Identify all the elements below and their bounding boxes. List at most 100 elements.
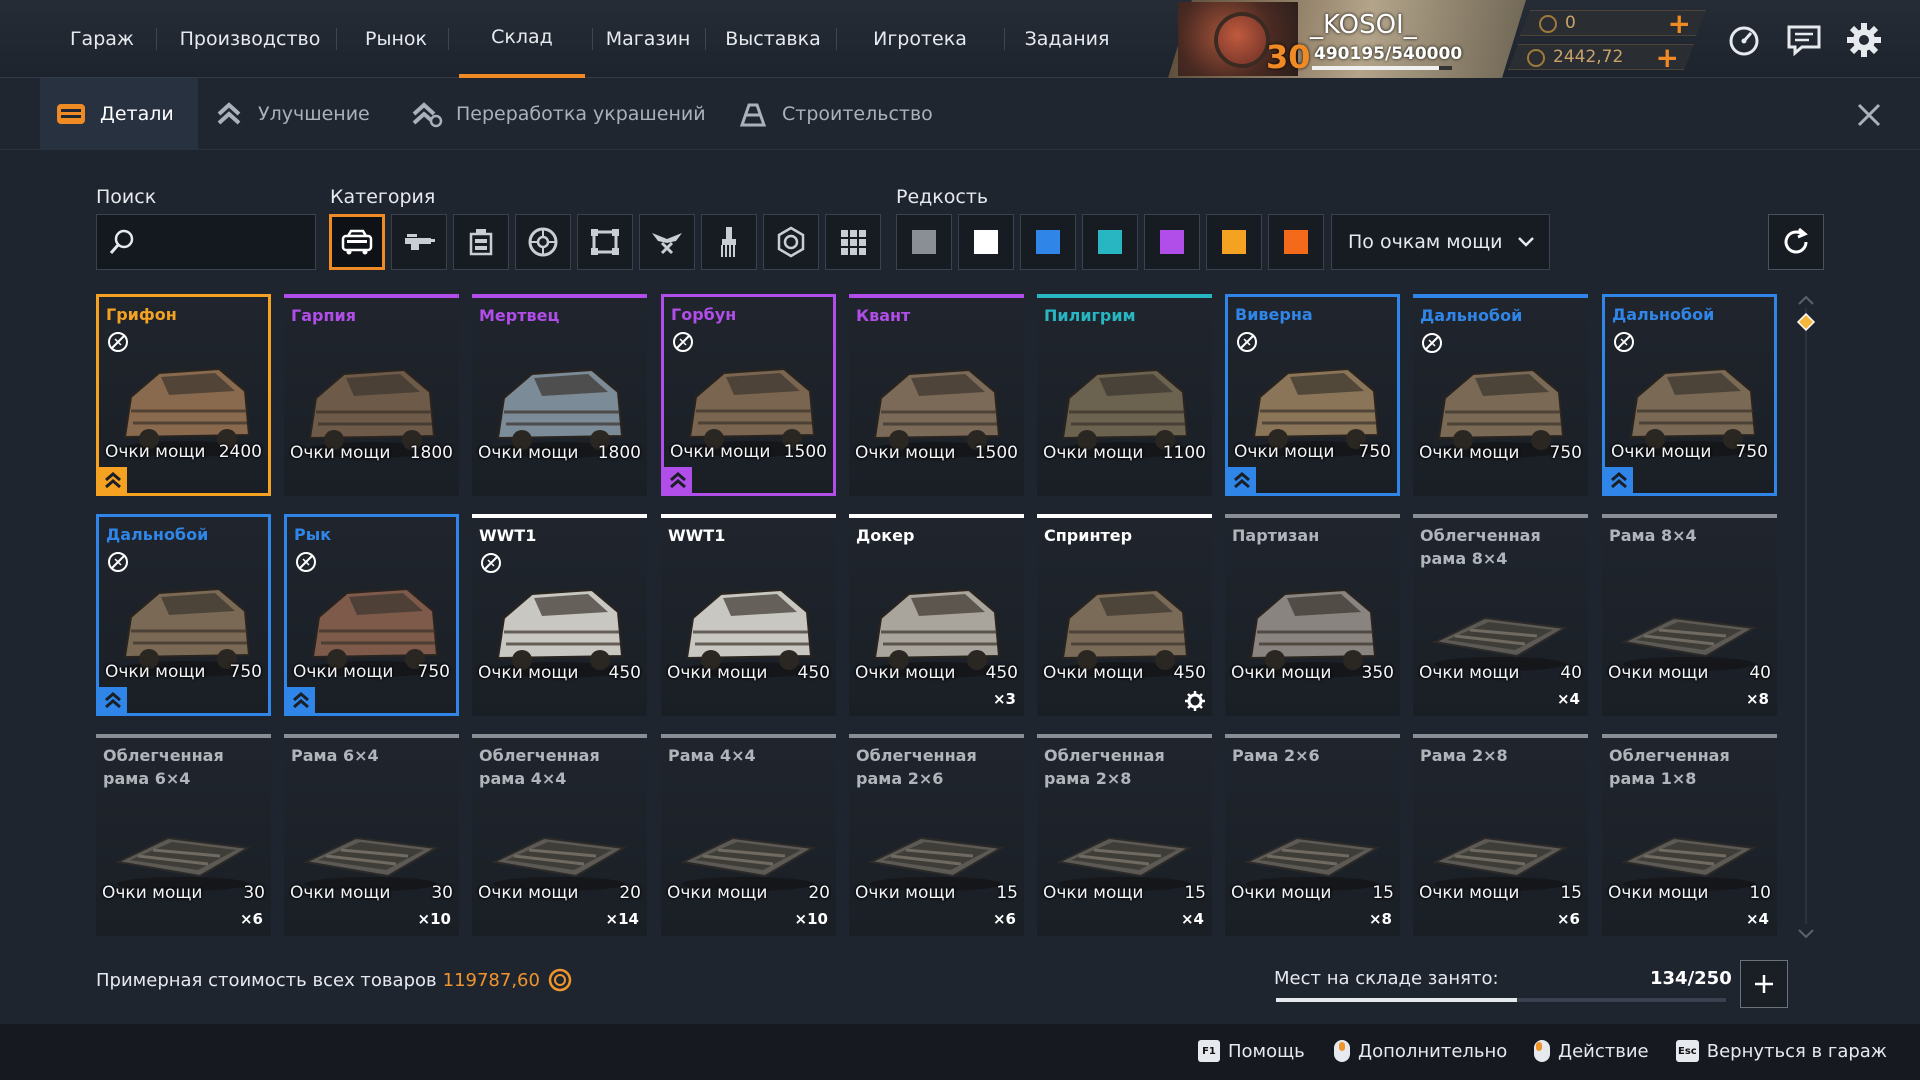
part-card[interactable]: Грифон Очки мощи 2400 bbox=[96, 294, 271, 496]
sort-value: По очкам мощи bbox=[1348, 231, 1503, 253]
nav-storage[interactable]: Склад bbox=[459, 0, 585, 78]
expand-storage-button[interactable] bbox=[1740, 960, 1788, 1008]
gear-icon[interactable] bbox=[1844, 20, 1884, 60]
part-card[interactable]: Облегченная рама 1×8 Очки мощи 10 ×4 bbox=[1602, 734, 1777, 936]
nav-garage[interactable]: Гараж bbox=[50, 0, 154, 78]
power-label: Очки мощи bbox=[1611, 442, 1712, 462]
power-label: Очки мощи bbox=[290, 883, 391, 903]
rarity-filter-3[interactable] bbox=[1082, 214, 1138, 270]
nav-playroom[interactable]: Игротека bbox=[862, 0, 978, 78]
rarity-swatch bbox=[1284, 230, 1308, 254]
power-value: 20 bbox=[619, 883, 641, 903]
category-wheels[interactable] bbox=[515, 214, 571, 270]
chat-icon[interactable] bbox=[1784, 20, 1824, 60]
part-card[interactable]: Облегченная рама 6×4 Очки мощи 30 ×6 bbox=[96, 734, 271, 936]
hint-more[interactable]: Дополнительно bbox=[1334, 1040, 1507, 1062]
nav-market[interactable]: Рынок bbox=[346, 0, 446, 78]
rarity-filter-0[interactable] bbox=[896, 214, 952, 270]
rarity-filter-1[interactable] bbox=[958, 214, 1014, 270]
power-score: Очки мощи 40 bbox=[1608, 663, 1771, 683]
part-name: Рама 6×4 bbox=[291, 746, 379, 765]
part-card[interactable]: Облегченная рама 2×8 Очки мощи 15 ×4 bbox=[1037, 734, 1212, 936]
decor-icon bbox=[652, 233, 682, 255]
part-card[interactable]: Рама 2×8 Очки мощи 15 ×6 bbox=[1413, 734, 1588, 936]
tab-build[interactable]: Строительство bbox=[736, 78, 933, 150]
category-cabins[interactable] bbox=[329, 214, 385, 270]
tab-upgrade[interactable]: Улучшение bbox=[212, 78, 370, 150]
power-value: 15 bbox=[1560, 883, 1582, 903]
part-card[interactable]: Рык Очки мощи 750 bbox=[284, 514, 459, 716]
category-engines[interactable] bbox=[763, 214, 819, 270]
rarity-filter-5[interactable] bbox=[1206, 214, 1262, 270]
rarity-filter-6[interactable] bbox=[1268, 214, 1324, 270]
power-value: 450 bbox=[985, 663, 1018, 683]
add-crowns-button[interactable]: + bbox=[1668, 7, 1691, 40]
search-label: Поиск bbox=[96, 186, 157, 208]
rarity-swatch bbox=[1222, 230, 1246, 254]
tab-parts[interactable]: Детали bbox=[40, 78, 198, 150]
part-card[interactable]: Рама 8×4 Очки мощи 40 ×8 bbox=[1602, 514, 1777, 716]
part-card[interactable]: Спринтер Очки мощи 450 bbox=[1037, 514, 1212, 716]
part-card[interactable]: WWT1 Очки мощи 450 bbox=[661, 514, 836, 716]
nav-exhibition[interactable]: Выставка bbox=[716, 0, 830, 78]
frame-icon bbox=[591, 229, 619, 255]
category-modules[interactable] bbox=[453, 214, 509, 270]
power-score: Очки мощи 750 bbox=[1611, 442, 1768, 462]
category-decor[interactable] bbox=[639, 214, 695, 270]
scrollbar[interactable] bbox=[1796, 294, 1816, 940]
coin-icon bbox=[1527, 49, 1545, 67]
speedometer-icon[interactable] bbox=[1724, 20, 1764, 60]
hint-back[interactable]: Esc Вернуться в гараж bbox=[1676, 1040, 1887, 1062]
add-coins-button[interactable]: + bbox=[1656, 41, 1679, 74]
search-input[interactable] bbox=[96, 214, 316, 270]
category-all[interactable] bbox=[825, 214, 881, 270]
grid-icon bbox=[841, 230, 866, 255]
part-card[interactable]: Горбун Очки мощи 1500 bbox=[661, 294, 836, 496]
part-card[interactable]: Дальнобой Очки мощи 750 bbox=[1602, 294, 1777, 496]
nav-shop[interactable]: Магазин bbox=[600, 0, 696, 78]
power-label: Очки мощи bbox=[1043, 443, 1144, 463]
part-card[interactable]: Докер Очки мощи 450 ×3 bbox=[849, 514, 1024, 716]
quantity-badge: ×4 bbox=[1745, 910, 1769, 928]
sort-dropdown[interactable]: По очкам мощи bbox=[1331, 214, 1550, 270]
category-paint[interactable] bbox=[701, 214, 757, 270]
refresh-icon bbox=[1784, 227, 1808, 254]
power-score: Очки мощи 750 bbox=[293, 662, 450, 682]
tab-recycle-decor[interactable]: Переработка украшений bbox=[410, 78, 706, 150]
hint-help[interactable]: F1 Помощь bbox=[1198, 1040, 1305, 1062]
part-name: Спринтер bbox=[1044, 526, 1133, 545]
part-card[interactable]: Партизан Очки мощи 350 bbox=[1225, 514, 1400, 716]
part-card[interactable]: Рама 6×4 Очки мощи 30 ×10 bbox=[284, 734, 459, 936]
part-card[interactable]: Квант Очки мощи 1500 bbox=[849, 294, 1024, 496]
category-frames[interactable] bbox=[577, 214, 633, 270]
nav-production[interactable]: Производство bbox=[166, 0, 334, 78]
refresh-button[interactable] bbox=[1768, 214, 1824, 270]
part-card[interactable]: Рама 4×4 Очки мощи 20 ×10 bbox=[661, 734, 836, 936]
part-card[interactable]: Дальнобой Очки мощи 750 bbox=[96, 514, 271, 716]
nav-divider bbox=[592, 28, 593, 50]
power-label: Очки мощи bbox=[670, 442, 771, 462]
part-card[interactable]: Облегченная рама 4×4 Очки мощи 20 ×14 bbox=[472, 734, 647, 936]
power-score: Очки мощи 20 bbox=[478, 883, 641, 903]
rarity-filter-4[interactable] bbox=[1144, 214, 1200, 270]
part-card[interactable]: Пилигрим Очки мощи 1100 bbox=[1037, 294, 1212, 496]
part-card[interactable]: Рама 2×6 Очки мощи 15 ×8 bbox=[1225, 734, 1400, 936]
part-name: Рама 8×4 bbox=[1609, 526, 1697, 545]
hint-action[interactable]: Действие bbox=[1534, 1040, 1649, 1062]
part-card[interactable]: Дальнобой Очки мощи 750 bbox=[1413, 294, 1588, 496]
part-card[interactable]: Облегченная рама 8×4 Очки мощи 40 ×4 bbox=[1413, 514, 1588, 716]
close-icon[interactable] bbox=[1852, 98, 1886, 132]
nav-tasks[interactable]: Задания bbox=[1016, 0, 1118, 78]
total-cost-value: 119787,60 bbox=[442, 969, 540, 991]
part-card[interactable]: Виверна Очки мощи 750 bbox=[1225, 294, 1400, 496]
part-card[interactable]: Облегченная рама 2×6 Очки мощи 15 ×6 bbox=[849, 734, 1024, 936]
part-card[interactable]: Мертвец Очки мощи 1800 bbox=[472, 294, 647, 496]
part-card[interactable]: Гарпия Очки мощи 1800 bbox=[284, 294, 459, 496]
rarity-filter-2[interactable] bbox=[1020, 214, 1076, 270]
storage-label: Мест на складе занято: bbox=[1274, 968, 1499, 989]
no-trade-icon bbox=[673, 332, 693, 352]
part-card[interactable]: WWT1 Очки мощи 450 bbox=[472, 514, 647, 716]
category-weapons[interactable] bbox=[391, 214, 447, 270]
craft-gear-icon bbox=[1185, 691, 1205, 711]
xp-bar bbox=[1312, 66, 1452, 70]
